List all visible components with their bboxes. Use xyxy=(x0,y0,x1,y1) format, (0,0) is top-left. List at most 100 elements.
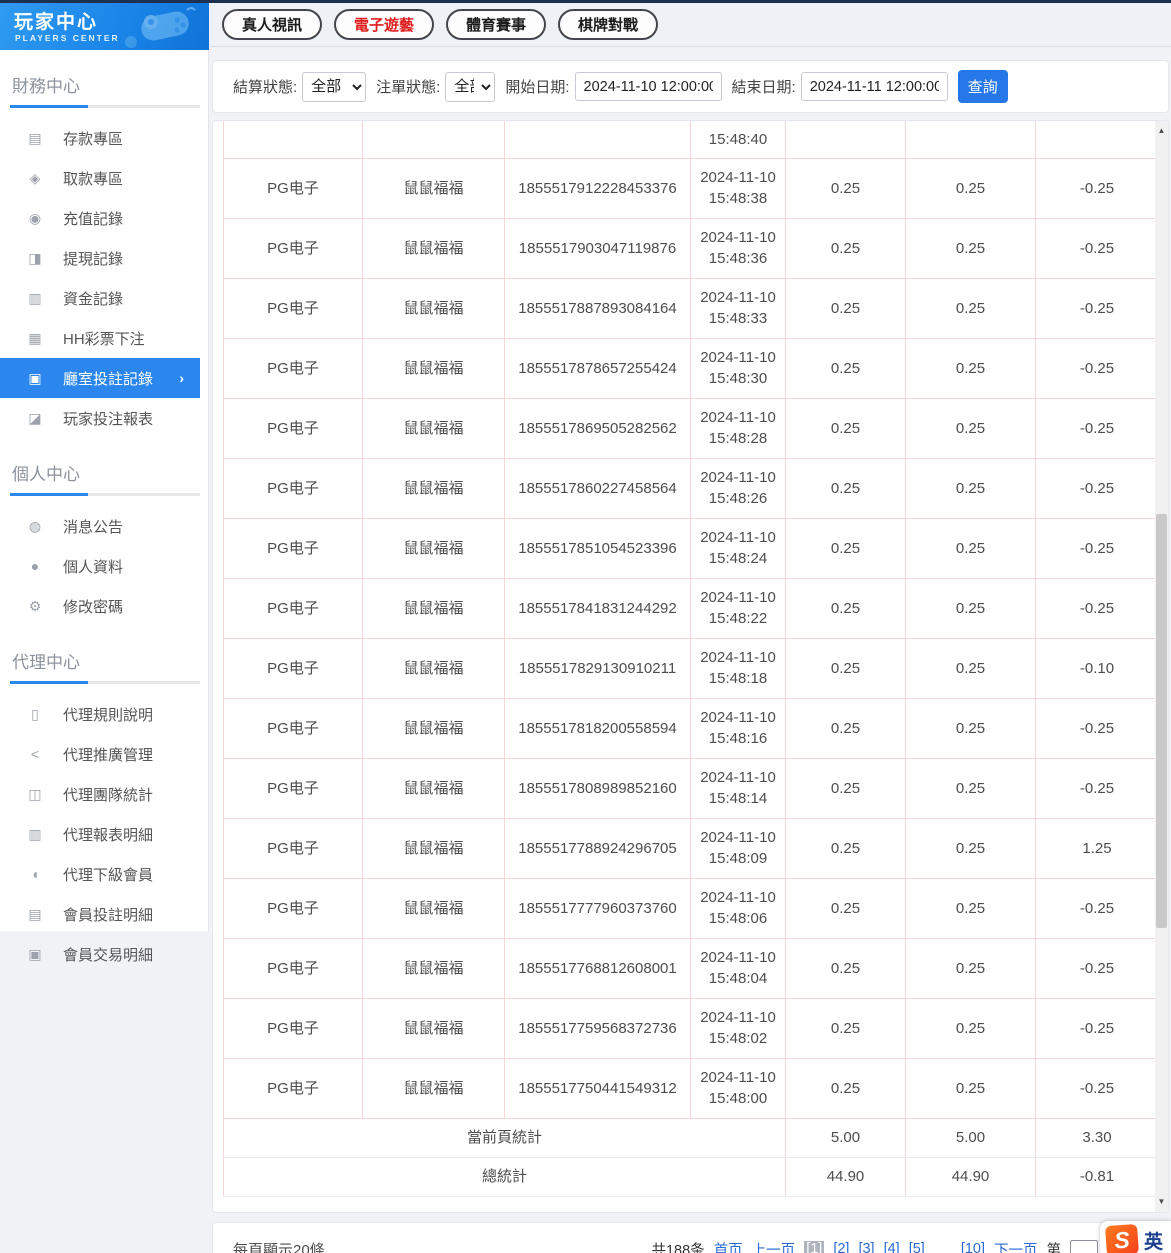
sidebar-item-room-bet-record[interactable]: ▣廳室投註記錄› xyxy=(0,358,200,398)
sidebar-item-user-profile[interactable]: ●個人資料 xyxy=(0,546,200,586)
scrollbar-thumb[interactable] xyxy=(1156,514,1167,929)
pagination-bar: 每頁顯示20條 共188条首页上一页[1][2][3][4][5][10]下一页… xyxy=(212,1222,1169,1253)
cell-valid-bet xyxy=(906,121,1036,158)
cell-order-id: 1855517759568372736 xyxy=(505,998,691,1058)
sidebar-item-agent-report[interactable]: ▥代理報表明細 xyxy=(0,814,200,854)
sidebar-item-player-bet-report[interactable]: ◪玩家投注報表 xyxy=(0,398,200,438)
cell-platform: PG电子 xyxy=(224,938,363,998)
page-link-3[interactable]: [3] xyxy=(858,1241,874,1253)
withdraw-record-icon: ◨ xyxy=(26,250,44,267)
category-tabbar: 真人視訊電子遊藝體育賽事棋牌對戰 xyxy=(210,3,1171,47)
ime-mode-label[interactable]: 英 xyxy=(1144,1227,1163,1253)
jump-page-input[interactable] xyxy=(1070,1240,1098,1253)
cell-order-id: 1855517887893084164 xyxy=(505,278,691,338)
sidebar-item-sub-members[interactable]: ◖代理下級會員 xyxy=(0,854,200,894)
sidebar-item-member-bet-detail[interactable]: ▤會員投註明細 xyxy=(0,894,200,934)
cell-valid-bet: 0.25 xyxy=(906,698,1036,758)
sub-members-icon: ◖ xyxy=(26,866,44,882)
cell-profit: -0.10 xyxy=(1036,638,1159,698)
order-status-select[interactable]: 全部 xyxy=(445,72,495,102)
tab-真人視訊[interactable]: 真人視訊 xyxy=(222,9,322,40)
sidebar-item-lottery-bet[interactable]: ▦HH彩票下注 xyxy=(0,318,200,358)
cell-valid-bet: 0.25 xyxy=(906,218,1036,278)
cell-platform: PG电子 xyxy=(224,998,363,1058)
sidebar-item-recharge-record[interactable]: ◉充值記錄 xyxy=(0,198,200,238)
cell-bet-amount: 0.25 xyxy=(786,578,906,638)
page-link-1[interactable]: [1] xyxy=(804,1241,824,1253)
cell-game-name: 鼠鼠福福 xyxy=(363,278,505,338)
cell-valid-bet: 0.25 xyxy=(906,998,1036,1058)
tab-體育賽事[interactable]: 體育賽事 xyxy=(446,9,546,40)
cell-bet-amount: 0.25 xyxy=(786,878,906,938)
summary-label: 當前頁統計 xyxy=(224,1118,786,1157)
page-link-4[interactable]: [4] xyxy=(884,1241,900,1253)
cell-profit: -0.25 xyxy=(1036,938,1159,998)
member-bet-detail-icon: ▤ xyxy=(26,906,44,923)
end-date-input[interactable] xyxy=(801,72,948,101)
sidebar-item-label: HH彩票下注 xyxy=(63,328,145,349)
cell-bet-time: 2024-11-1015:48:36 xyxy=(691,218,786,278)
sidebar-item-team-stats[interactable]: ◫代理團隊統計 xyxy=(0,774,200,814)
cell-bet-amount: 0.25 xyxy=(786,758,906,818)
settle-status-select[interactable]: 全部 xyxy=(302,72,366,102)
cell-game-name: 鼠鼠福福 xyxy=(363,638,505,698)
scroll-up-arrow-icon[interactable]: ▲ xyxy=(1155,123,1168,139)
cell-platform: PG电子 xyxy=(224,1058,363,1118)
cell-bet-amount: 0.25 xyxy=(786,638,906,698)
cell-valid-bet: 0.25 xyxy=(906,758,1036,818)
sidebar-item-label: 廳室投註記錄 xyxy=(63,368,153,389)
cell-order-id xyxy=(505,121,691,158)
table-row: PG电子鼠鼠福福18555178695052825622024-11-1015:… xyxy=(224,398,1159,458)
tab-棋牌對戰[interactable]: 棋牌對戰 xyxy=(558,9,658,40)
cell-game-name: 鼠鼠福福 xyxy=(363,758,505,818)
first-page-link[interactable]: 首页 xyxy=(714,1239,743,1253)
scroll-down-arrow-icon[interactable]: ▼ xyxy=(1155,1194,1168,1210)
start-date-label: 開始日期: xyxy=(505,76,569,97)
sogou-icon[interactable]: S xyxy=(1105,1224,1139,1253)
sidebar-item-deposit-card[interactable]: ▤存款專區 xyxy=(0,118,200,158)
summary-bet: 5.00 xyxy=(786,1118,906,1157)
sidebar-item-withdraw-record[interactable]: ◨提現記錄 xyxy=(0,238,200,278)
cell-game-name xyxy=(363,121,505,158)
cell-valid-bet: 0.25 xyxy=(906,818,1036,878)
prev-page-link[interactable]: 上一页 xyxy=(752,1239,796,1253)
sidebar-section-title: 財務中心 xyxy=(12,72,208,97)
tab-電子遊藝[interactable]: 電子遊藝 xyxy=(334,9,434,40)
cell-bet-time: 2024-11-1015:48:28 xyxy=(691,398,786,458)
top-navy-border xyxy=(0,0,1171,3)
sidebar-item-share[interactable]: <代理推廣管理 xyxy=(0,734,200,774)
page-link-2[interactable]: [2] xyxy=(833,1241,849,1253)
sidebar-item-funds-record[interactable]: ▥資金記錄 xyxy=(0,278,200,318)
next-page-link[interactable]: 下一页 xyxy=(994,1239,1038,1253)
cell-bet-amount: 0.25 xyxy=(786,998,906,1058)
sidebar-item-label: 消息公告 xyxy=(63,516,123,537)
sidebar-item-label: 修改密碼 xyxy=(63,596,123,617)
sidebar-item-label: 存款專區 xyxy=(63,128,123,149)
cell-platform: PG电子 xyxy=(224,878,363,938)
cell-order-id: 1855517869505282562 xyxy=(505,398,691,458)
ime-indicator: S 英 xyxy=(1100,1221,1171,1253)
start-date-input[interactable] xyxy=(575,72,722,101)
cell-bet-time: 2024-11-1015:48:24 xyxy=(691,518,786,578)
cell-bet-time: 2024-11-1015:48:30 xyxy=(691,338,786,398)
cell-bet-amount: 0.25 xyxy=(786,278,906,338)
cell-game-name: 鼠鼠福福 xyxy=(363,218,505,278)
cell-game-name: 鼠鼠福福 xyxy=(363,158,505,218)
cell-bet-time: 2024-11-1015:48:22 xyxy=(691,578,786,638)
cell-profit: -0.25 xyxy=(1036,458,1159,518)
cell-platform: PG电子 xyxy=(224,578,363,638)
page-link-10[interactable]: [10] xyxy=(961,1241,985,1253)
sidebar-item-agent-rules[interactable]: ▯代理規則說明 xyxy=(0,694,200,734)
sidebar-item-bell[interactable]: ◍消息公告 xyxy=(0,506,200,546)
cell-bet-time: 2024-11-1015:48:38 xyxy=(691,158,786,218)
sidebar-item-member-transaction[interactable]: ▣會員交易明細 xyxy=(0,934,200,974)
room-bet-record-icon: ▣ xyxy=(26,370,44,387)
query-button[interactable]: 查詢 xyxy=(958,70,1008,103)
table-scrollbar[interactable]: ▲ ▼ xyxy=(1155,121,1168,1212)
cell-game-name: 鼠鼠福福 xyxy=(363,1058,505,1118)
sidebar-item-withdraw-hand[interactable]: ◈取款專區 xyxy=(0,158,200,198)
cell-bet-time: 2024-11-1015:48:09 xyxy=(691,818,786,878)
cell-profit: -0.25 xyxy=(1036,998,1159,1058)
page-link-5[interactable]: [5] xyxy=(909,1241,925,1253)
sidebar-item-gear[interactable]: ⚙修改密碼 xyxy=(0,586,200,626)
